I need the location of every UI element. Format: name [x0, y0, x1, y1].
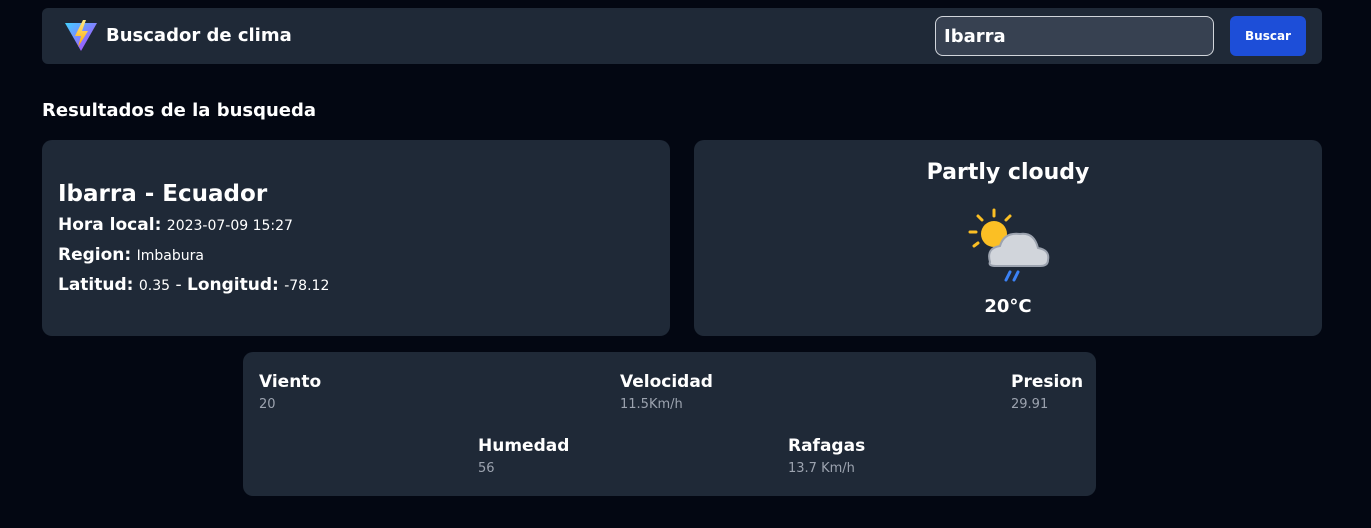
- wind-value: 20: [259, 397, 276, 412]
- city-country: Ibarra - Ecuador: [58, 181, 268, 207]
- latitude-label: Latitud:: [58, 275, 134, 295]
- wind-label: Viento: [259, 372, 322, 392]
- temperature: 20°C: [984, 296, 1032, 317]
- region-label: Region:: [58, 245, 132, 265]
- stat-humidity: Humedad 56: [478, 436, 569, 476]
- coordinate-separator: -: [175, 275, 182, 295]
- details-card: Viento 20 Velocidad 11.5Km/h Presion 29.…: [243, 352, 1096, 496]
- stat-gusts: Rafagas 13.7 Km/h: [788, 436, 865, 476]
- pressure-label: Presion: [1011, 372, 1084, 392]
- pressure-value: 29.91: [1011, 397, 1049, 412]
- stat-pressure: Presion 29.91: [1011, 372, 1083, 412]
- top-navbar: Buscador de clima Buscar: [42, 8, 1322, 64]
- search-input[interactable]: [935, 16, 1214, 56]
- weather-card: Partly cloudy 20°C: [694, 140, 1322, 336]
- region-line: Region: Imbabura: [58, 245, 204, 265]
- gusts-value: 13.7 Km/h: [788, 461, 855, 476]
- coordinates-line: Latitud: 0.35 - Longitud: -78.12: [58, 275, 329, 295]
- speed-value: 11.5Km/h: [620, 397, 683, 412]
- region-value: Imbabura: [136, 248, 204, 264]
- vite-logo-icon: [65, 20, 97, 51]
- stat-wind: Viento 20: [259, 372, 321, 412]
- humidity-label: Humedad: [478, 436, 570, 456]
- partly-cloudy-rain-icon: [968, 208, 1050, 282]
- app-title: Buscador de clima: [106, 25, 292, 46]
- local-time-line: Hora local: 2023-07-09 15:27: [58, 215, 293, 235]
- humidity-value: 56: [478, 461, 495, 476]
- speed-label: Velocidad: [620, 372, 713, 392]
- location-card: Ibarra - Ecuador Hora local: 2023-07-09 …: [42, 140, 670, 336]
- gusts-label: Rafagas: [788, 436, 866, 456]
- stat-speed: Velocidad 11.5Km/h: [620, 372, 713, 412]
- search-button[interactable]: Buscar: [1230, 16, 1306, 56]
- results-title: Resultados de la busqueda: [42, 100, 317, 121]
- longitude-value: -78.12: [284, 278, 330, 294]
- local-time-label: Hora local:: [58, 215, 162, 235]
- latitude-value: 0.35: [138, 278, 171, 294]
- weather-condition: Partly cloudy: [926, 160, 1090, 185]
- local-time-value: 2023-07-09 15:27: [166, 218, 293, 234]
- longitude-label: Longitud:: [187, 275, 279, 295]
